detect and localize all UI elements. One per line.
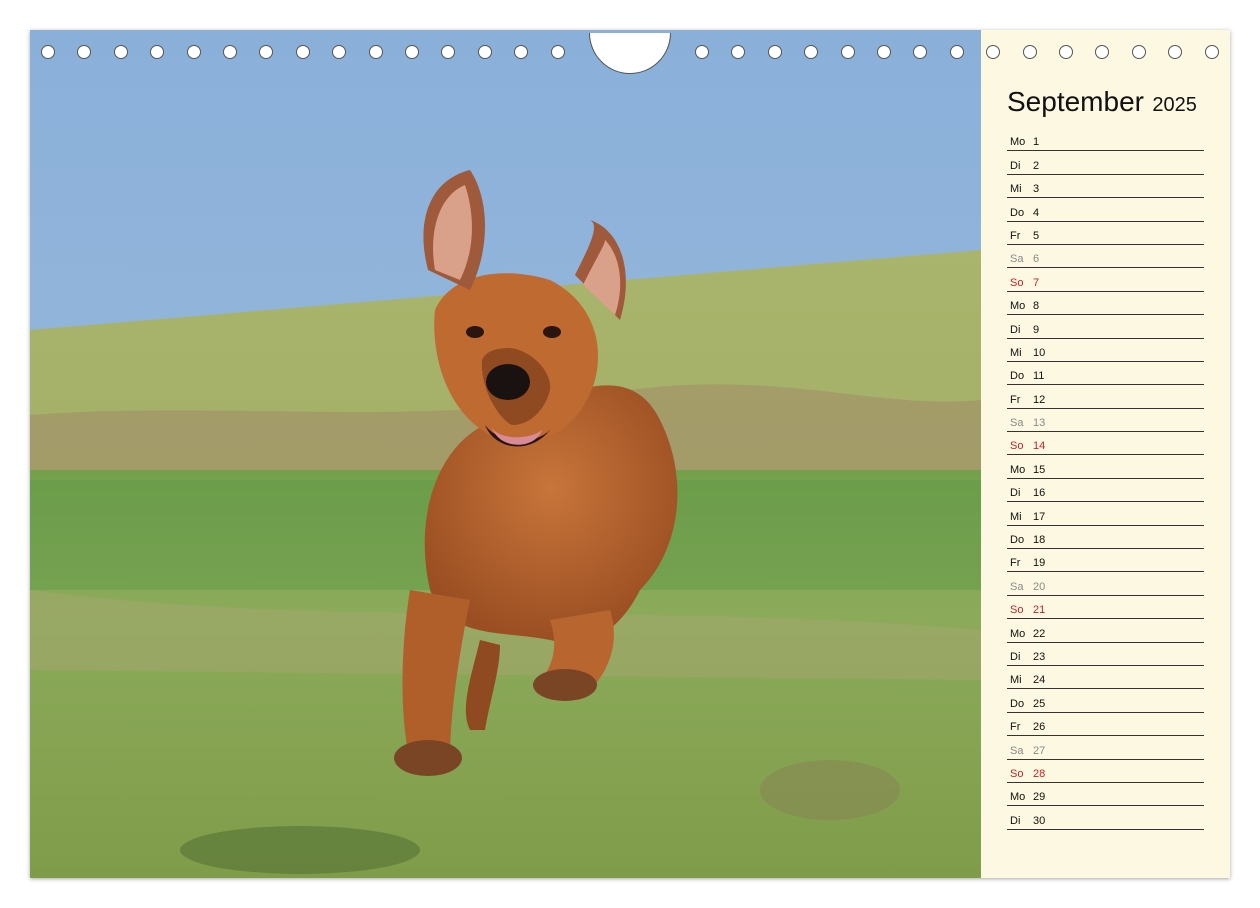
day-number: 11 <box>1033 370 1045 383</box>
day-number: 10 <box>1033 346 1046 359</box>
day-number: 4 <box>1033 206 1040 219</box>
day-weekday: Di <box>1010 650 1021 663</box>
day-row: Di 23 <box>1007 643 1204 666</box>
day-number: 9 <box>1033 323 1040 336</box>
day-number: 8 <box>1033 300 1040 313</box>
day-number: 7 <box>1033 276 1040 289</box>
day-row: Sa 27 <box>1007 736 1204 760</box>
calendar-page: September 2025 Mo 1 Di 2 Mi 3 Do 4 Fr 5 Sa 6 So 7 Mo 8 D… <box>30 30 1230 878</box>
day-number: 24 <box>1033 674 1046 687</box>
running-dog-illustration <box>30 30 981 878</box>
day-row: Di 16 <box>1007 479 1204 503</box>
day-weekday: Sa <box>1010 417 1024 430</box>
day-row: Di 9 <box>1007 315 1204 339</box>
month-year: 2025 <box>1152 94 1197 116</box>
day-weekday: Fr <box>1010 229 1021 242</box>
day-weekday: Mi <box>1010 674 1022 687</box>
day-weekday: Do <box>1010 206 1025 219</box>
day-row: Do 18 <box>1007 526 1204 550</box>
day-number: 16 <box>1033 487 1046 500</box>
day-number: 14 <box>1033 440 1046 453</box>
day-number: 12 <box>1033 393 1046 406</box>
day-weekday: Sa <box>1010 580 1024 593</box>
day-row: Sa 13 <box>1007 409 1204 433</box>
day-row: Di 2 <box>1007 151 1204 175</box>
day-weekday: Mo <box>1010 300 1026 313</box>
day-row: Mi 17 <box>1007 502 1204 526</box>
day-row: So 21 <box>1007 596 1204 620</box>
day-weekday: Sa <box>1010 253 1024 266</box>
day-weekday: So <box>1010 276 1024 289</box>
day-weekday: So <box>1010 767 1024 780</box>
day-row: Do 4 <box>1007 198 1204 222</box>
day-row: Mi 24 <box>1007 666 1204 690</box>
day-row: Fr 26 <box>1007 713 1204 737</box>
day-weekday: Do <box>1010 697 1025 710</box>
day-weekday: Mo <box>1010 791 1026 804</box>
day-weekday: Di <box>1010 159 1021 172</box>
day-row: Mo 22 <box>1007 619 1204 643</box>
day-weekday: Mo <box>1010 136 1026 149</box>
day-row: Mi 10 <box>1007 339 1204 362</box>
day-row: So 28 <box>1007 760 1204 783</box>
day-row: Sa 20 <box>1007 572 1204 596</box>
day-weekday: Mi <box>1010 346 1022 359</box>
day-number: 5 <box>1033 229 1040 242</box>
day-row: Mo 15 <box>1007 455 1204 479</box>
day-row: So 14 <box>1007 432 1204 456</box>
calendar-panel: September 2025 Mo 1 Di 2 Mi 3 Do 4 Fr 5 Sa 6 So 7 Mo 8 D… <box>981 30 1230 878</box>
day-number: 22 <box>1033 627 1046 640</box>
day-number: 18 <box>1033 534 1046 547</box>
day-number: 28 <box>1033 767 1046 780</box>
day-number: 23 <box>1033 650 1046 663</box>
day-number: 19 <box>1033 557 1046 570</box>
day-number: 1 <box>1033 136 1040 149</box>
month-title: September 2025 <box>1007 86 1197 118</box>
day-number: 13 <box>1033 417 1046 430</box>
day-number: 29 <box>1033 791 1046 804</box>
day-weekday: Mo <box>1010 463 1026 476</box>
day-number: 27 <box>1033 744 1046 757</box>
day-number: 26 <box>1033 721 1046 734</box>
day-row: Do 25 <box>1007 689 1204 713</box>
day-row: Do 11 <box>1007 362 1204 386</box>
day-number: 6 <box>1033 253 1040 266</box>
day-row: Mo 29 <box>1007 783 1204 807</box>
day-number: 15 <box>1033 463 1046 476</box>
day-number: 2 <box>1033 159 1040 172</box>
day-list: Mo 1 Di 2 Mi 3 Do 4 Fr 5 Sa 6 So 7 Mo 8 Di 9 Mi 10 Do 11 Fr 12 S… <box>1007 128 1204 830</box>
day-number: 30 <box>1033 814 1046 827</box>
day-number: 3 <box>1033 183 1040 196</box>
day-weekday: Mi <box>1010 510 1022 523</box>
day-number: 17 <box>1033 510 1046 523</box>
day-weekday: Mi <box>1010 183 1022 196</box>
dog-photo <box>30 30 981 878</box>
day-row: So 7 <box>1007 268 1204 292</box>
month-name: September <box>1007 86 1144 117</box>
day-row: Fr 19 <box>1007 549 1204 573</box>
day-weekday: Mo <box>1010 627 1026 640</box>
day-weekday: Di <box>1010 487 1021 500</box>
day-weekday: Di <box>1010 814 1021 827</box>
day-row: Mi 3 <box>1007 175 1204 199</box>
day-row: Di 30 <box>1007 806 1204 830</box>
day-weekday: Fr <box>1010 393 1021 406</box>
day-weekday: Do <box>1010 534 1025 547</box>
day-weekday: Sa <box>1010 744 1024 757</box>
day-number: 20 <box>1033 580 1046 593</box>
day-number: 25 <box>1033 697 1046 710</box>
day-row: Fr 5 <box>1007 222 1204 245</box>
day-weekday: Di <box>1010 323 1021 336</box>
day-number: 21 <box>1033 604 1046 617</box>
day-row: Mo 8 <box>1007 292 1204 316</box>
day-weekday: So <box>1010 604 1024 617</box>
day-weekday: Do <box>1010 370 1025 383</box>
day-weekday: Fr <box>1010 557 1021 570</box>
day-weekday: So <box>1010 440 1024 453</box>
day-row: Mo 1 <box>1007 128 1204 152</box>
day-row: Sa 6 <box>1007 245 1204 269</box>
day-row: Fr 12 <box>1007 385 1204 409</box>
day-weekday: Fr <box>1010 721 1021 734</box>
